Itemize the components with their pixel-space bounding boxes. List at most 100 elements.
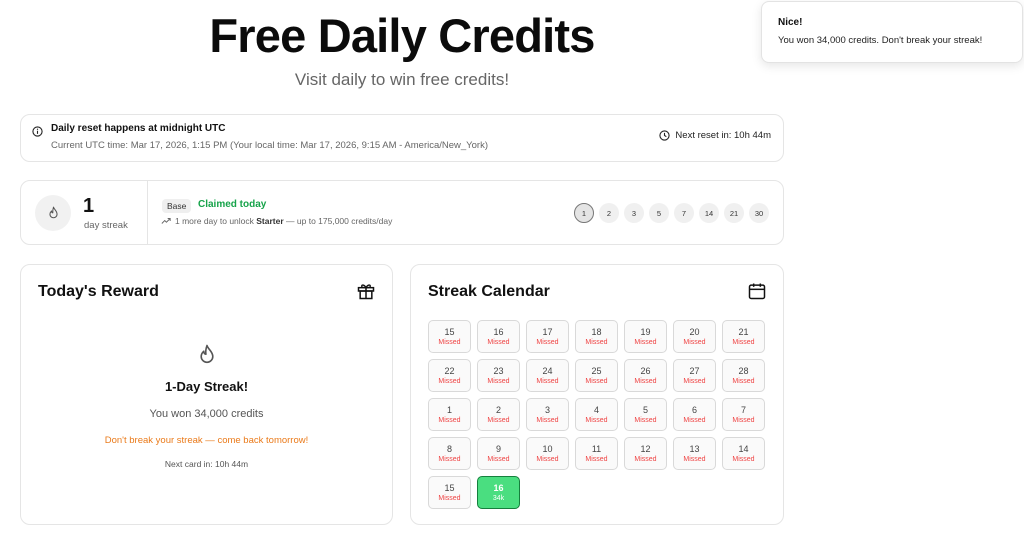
calendar-day-status: Missed xyxy=(634,338,657,346)
calendar-day: 5 Missed xyxy=(624,398,667,431)
unlock-text: 1 more day to unlock Starter — up to 175… xyxy=(175,216,393,226)
reward-title: Today's Reward xyxy=(38,283,159,300)
reward-body: 1-Day Streak! You won 34,000 credits Don… xyxy=(21,343,392,469)
streak-flame-badge xyxy=(35,195,71,231)
milestone-7: 7 xyxy=(674,203,694,223)
calendar-icon xyxy=(748,283,766,300)
milestone-21: 21 xyxy=(724,203,744,223)
milestone-1: 1 xyxy=(574,203,594,223)
calendar-day-number: 21 xyxy=(738,326,749,337)
calendar-day: 26 Missed xyxy=(624,359,667,392)
calendar-day: 1 Missed xyxy=(428,398,471,431)
calendar-day-status: Missed xyxy=(536,416,559,424)
calendar-day-status: Missed xyxy=(536,338,559,346)
calendar-day-status: Missed xyxy=(683,377,706,385)
info-icon xyxy=(32,126,43,137)
unlock-hint: 1 more day to unlock Starter — up to 175… xyxy=(161,216,392,226)
calendar-day: 27 Missed xyxy=(673,359,716,392)
calendar-day-number: 4 xyxy=(593,404,599,415)
calendar-day: 28 Missed xyxy=(722,359,765,392)
calendar-day-status: Missed xyxy=(732,377,755,385)
calendar-day-status: 34k xyxy=(492,494,505,502)
calendar-day-status: Missed xyxy=(536,377,559,385)
calendar-day-status: Missed xyxy=(683,416,706,424)
calendar-day-number: 9 xyxy=(495,443,501,454)
milestone-14: 14 xyxy=(699,203,719,223)
calendar-day-number: 7 xyxy=(740,404,746,415)
daily-reset-card: Daily reset happens at midnight UTC Curr… xyxy=(20,114,784,162)
streak-count: 1 xyxy=(83,195,95,217)
calendar-day: 3 Missed xyxy=(526,398,569,431)
unlock-tier: Starter xyxy=(256,216,284,226)
calendar-day-number: 23 xyxy=(493,365,504,376)
streak-calendar-card: Streak Calendar 15 Missed 16 Missed 17 Missed… xyxy=(410,264,784,525)
calendar-day-status: Missed xyxy=(487,455,510,463)
calendar-day-status: Missed xyxy=(487,377,510,385)
calendar-day-status: Missed xyxy=(585,338,608,346)
calendar-day-status: Missed xyxy=(683,338,706,346)
toast-message: You won 34,000 credits. Don't break your… xyxy=(778,35,983,46)
todays-reward-card: Today's Reward 1-Day Streak! You won 34,… xyxy=(20,264,393,525)
page-title: Free Daily Credits xyxy=(209,9,595,62)
milestone-5: 5 xyxy=(649,203,669,223)
calendar-day: 15 Missed xyxy=(428,320,471,353)
calendar-day-status: Missed xyxy=(438,416,461,424)
calendar-day-number: 16 xyxy=(493,326,504,337)
reward-headline: 1-Day Streak! xyxy=(164,379,249,394)
calendar-day-number: 2 xyxy=(495,404,501,415)
calendar-day-number: 19 xyxy=(640,326,651,337)
calendar-day-status: Missed xyxy=(438,377,461,385)
calendar-day-number: 25 xyxy=(591,365,602,376)
claimed-status: Claimed today xyxy=(198,199,267,210)
calendar-day: 2 Missed xyxy=(477,398,520,431)
calendar-day-number: 17 xyxy=(542,326,553,337)
streak-label: day streak xyxy=(84,220,128,231)
tier-badge: Base xyxy=(162,199,192,213)
reset-current-times: Current UTC time: Mar 17, 2026, 1:15 PM … xyxy=(51,140,489,151)
reward-warning: Don't break your streak — come back tomo… xyxy=(104,435,309,446)
next-reset: Next reset in: 10h 44m xyxy=(659,130,771,141)
calendar-day: 14 Missed xyxy=(722,437,765,470)
milestone-list: 1 2 3 5 7 14 21 30 xyxy=(574,203,769,223)
calendar-day-number: 28 xyxy=(738,365,749,376)
calendar-day-status: Missed xyxy=(634,416,657,424)
calendar-day-number: 26 xyxy=(640,365,651,376)
calendar-day-status: Missed xyxy=(487,416,510,424)
calendar-day: 8 Missed xyxy=(428,437,471,470)
calendar-day-status: Missed xyxy=(732,338,755,346)
calendar-day-number: 20 xyxy=(689,326,700,337)
calendar-day-claimed: 16 34k xyxy=(477,476,520,509)
calendar-day-status: Missed xyxy=(683,455,706,463)
calendar-day-number: 6 xyxy=(691,404,697,415)
toast-notification[interactable]: Nice! You won 34,000 credits. Don't brea… xyxy=(761,1,1023,63)
calendar-day-number: 13 xyxy=(689,443,700,454)
calendar-day-number: 15 xyxy=(444,482,455,493)
calendar-day-status: Missed xyxy=(634,455,657,463)
calendar-day: 17 Missed xyxy=(526,320,569,353)
calendar-day-status: Missed xyxy=(634,377,657,385)
calendar-day-status: Missed xyxy=(438,494,461,502)
calendar-grid: 15 Missed 16 Missed 17 Missed 18 Missed 19 Missed… xyxy=(428,320,765,509)
calendar-day-number: 24 xyxy=(542,365,553,376)
reset-title: Daily reset happens at midnight UTC xyxy=(51,123,226,134)
milestone-2: 2 xyxy=(599,203,619,223)
calendar-day: 12 Missed xyxy=(624,437,667,470)
calendar-day: 19 Missed xyxy=(624,320,667,353)
calendar-day-status: Missed xyxy=(585,416,608,424)
calendar-day: 21 Missed xyxy=(722,320,765,353)
calendar-day: 20 Missed xyxy=(673,320,716,353)
calendar-day: 23 Missed xyxy=(477,359,520,392)
next-card-timer: Next card in: 10h 44m xyxy=(164,459,249,469)
streak-divider xyxy=(147,181,148,245)
gift-icon xyxy=(357,284,375,300)
clock-icon xyxy=(659,130,671,141)
calendar-day-status: Missed xyxy=(487,338,510,346)
calendar-day: 15 Missed xyxy=(428,476,471,509)
streak-card: 1 day streak Base Claimed today 1 more d… xyxy=(20,180,784,245)
calendar-day: 24 Missed xyxy=(526,359,569,392)
calendar-day-status: Missed xyxy=(585,377,608,385)
milestone-3: 3 xyxy=(624,203,644,223)
calendar-day-number: 8 xyxy=(446,443,452,454)
calendar-day: 11 Missed xyxy=(575,437,618,470)
calendar-day-number: 18 xyxy=(591,326,602,337)
